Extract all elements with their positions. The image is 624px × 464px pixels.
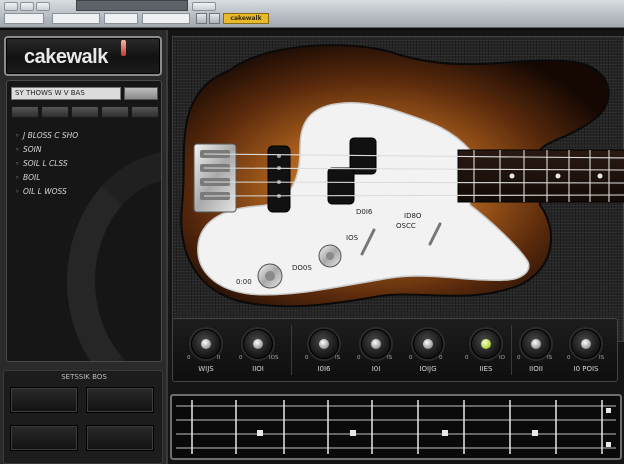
control-strip: WIJS IIOI I0I6 I0I IOIJG IIES IIOII I0 P… [172, 318, 618, 382]
knob-label: IIOI [252, 365, 264, 373]
knob-label: I0I6 [317, 365, 331, 373]
knob-scale-mark: 0 [239, 355, 243, 361]
knob-scale-mark: IOS [269, 355, 279, 361]
divider [291, 325, 292, 375]
mini-strings [176, 405, 616, 449]
knob-label: WIJS [198, 365, 214, 373]
pickguard-label: IOS [346, 234, 359, 242]
knob-scale-mark: IS [387, 355, 393, 361]
knob-scale-mark: 0 [439, 355, 443, 361]
pickguard-label: 0:00 [236, 278, 252, 286]
knob-scale-mark: 0 [409, 355, 413, 361]
pad-button-4[interactable] [86, 425, 154, 451]
knob-scale-mark: 0 [465, 355, 469, 361]
knob-scale-mark: IS [335, 355, 341, 361]
knob-scale-mark: II [217, 355, 221, 361]
knob-scale-mark: 0 [517, 355, 521, 361]
knob-scale-mark: IS [599, 355, 605, 361]
knob-label: I0I [371, 365, 381, 373]
mini-fretboard[interactable] [170, 394, 622, 460]
led-indicator-icon[interactable] [471, 329, 501, 359]
mini-frets [191, 400, 603, 454]
knob-label: IIOII [529, 365, 543, 373]
knob-scale-mark: 0 [305, 355, 309, 361]
divider [511, 325, 512, 375]
knob-scale-mark: 0 [357, 355, 361, 361]
mini-fretboard-graphic [176, 400, 616, 454]
pickguard-label: OSCC [396, 222, 416, 230]
pickguard-label: D0I6 [356, 208, 373, 216]
knob-scale-mark: IO [499, 355, 505, 361]
pad-button-3[interactable] [10, 425, 78, 451]
pickguard-label: ID8O [404, 212, 422, 220]
knob-label: IOIJG [419, 365, 437, 373]
knob-label: I0 POIS [573, 365, 599, 373]
pickguard-label: DO0S [292, 264, 312, 272]
knob-scale-mark: 0 [187, 355, 191, 361]
knob-scale-mark: 0 [567, 355, 571, 361]
neck-pickup-b [327, 167, 355, 205]
knob-label: IIES [479, 365, 493, 373]
mini-markers [257, 408, 611, 447]
knob-icon[interactable] [571, 329, 601, 359]
knob-scale-mark: IS [547, 355, 553, 361]
plugin-window: cakewalk cakewalk SY THOWS W V BAS ◦ J BL… [0, 0, 624, 464]
